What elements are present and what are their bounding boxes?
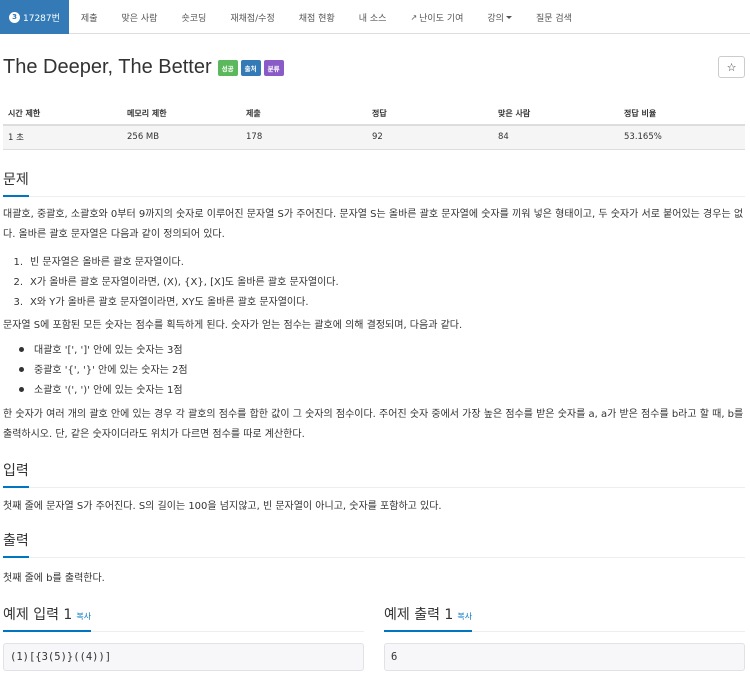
problem-title: The Deeper, The Better [3, 56, 212, 78]
th-ratio: 정답 비율 [619, 103, 745, 126]
sample-output-box[interactable]: 6 [384, 643, 745, 671]
problem-info-table: 시간 제한 메모리 제한 제출 정답 맞은 사람 정답 비율 1 초 256 M… [3, 103, 745, 150]
td-solved-users: 84 [493, 125, 619, 150]
list-item: 중괄호 '{', '}' 안에 있는 숫자는 2점 [3, 361, 188, 381]
sample-input-header: 예제 입력 1 복사 [3, 604, 364, 632]
bullet-icon [19, 347, 24, 352]
th-submissions: 제출 [241, 103, 367, 126]
nav-tab-my-source[interactable]: 내 소스 [347, 0, 399, 34]
table-row: 1 초 256 MB 178 92 84 53.165% [3, 125, 745, 150]
external-link-icon: ↗ [410, 12, 418, 22]
section-input-title: 입력 [3, 460, 29, 488]
title-row: The Deeper, The Better 성공 출처 분류 [3, 56, 284, 79]
nav-tab-status[interactable]: 채점 현황 [287, 0, 347, 34]
problem-paragraph-2: 문자열 S에 포함된 모든 숫자는 점수를 획득하게 된다. 숫자가 얻는 점수… [3, 320, 463, 331]
sample-input-title: 예제 입력 1 [3, 607, 73, 623]
problem-bullet-list: 대괄호 '[', ']' 안에 있는 숫자는 3점 중괄호 '{', '}' 안… [3, 341, 188, 401]
nav-tab-submit[interactable]: 제출 [69, 0, 110, 34]
nav-tab-lecture-label: 강의 [487, 13, 504, 24]
problem-number: 17287번 [23, 13, 60, 24]
label-success[interactable]: 성공 [217, 59, 238, 76]
nav-tab-short-coding[interactable]: 숏코딩 [169, 0, 218, 34]
problem-paragraph-1: 대괄호, 중괄호, 소괄호와 0부터 9까지의 숫자로 이루어진 문자열 S가 … [3, 209, 744, 240]
caret-down-icon [505, 15, 512, 19]
list-item: 소괄호 '(', ')' 안에 있는 숫자는 1점 [3, 381, 188, 401]
label-source[interactable]: 출처 [240, 59, 261, 76]
th-accepted: 정답 [367, 103, 493, 126]
sample-output-title: 예제 출력 1 [384, 607, 454, 623]
label-category[interactable]: 분류 [263, 59, 284, 76]
problem-ordered-list: 1. 빈 문자열은 올바른 괄호 문자열이다. 2. X가 올바른 괄호 문자열이라… [3, 253, 339, 313]
section-output-title: 출력 [3, 530, 29, 558]
nav-tab-problem[interactable]: 3 17287번 [0, 0, 69, 34]
copy-input-button[interactable]: 복사 [76, 612, 91, 621]
tier-badge-icon: 3 [9, 11, 20, 23]
th-solved-users: 맞은 사람 [493, 103, 619, 126]
list-item: 3. X와 Y가 올바른 괄호 문자열이라면, XY도 올바른 괄호 문자열이다. [13, 297, 309, 308]
output-description: 첫째 줄에 b를 출력한다. [3, 573, 105, 584]
nav-tab-difficulty-label: 난이도 기여 [419, 13, 464, 24]
td-submissions: 178 [241, 125, 367, 150]
section-problem-title: 문제 [3, 169, 29, 197]
bullet-icon [19, 367, 24, 372]
star-button[interactable]: ☆ [718, 56, 745, 78]
problem-paragraph-3: 한 숫자가 여러 개의 괄호 안에 있는 경우 각 괄호의 점수를 합한 값이 … [3, 409, 744, 440]
th-memory-limit: 메모리 제한 [122, 103, 241, 126]
td-accepted: 92 [367, 125, 493, 150]
copy-output-button[interactable]: 복사 [457, 612, 472, 621]
table-header-row: 시간 제한 메모리 제한 제출 정답 맞은 사람 정답 비율 [3, 103, 745, 126]
th-time-limit: 시간 제한 [3, 103, 122, 126]
section-problem-header: 문제 [3, 169, 745, 197]
sample-input-box[interactable]: (1)[{3(5)}((4))] [3, 643, 364, 671]
td-memory-limit: 256 MB [122, 125, 241, 150]
bullet-icon [19, 387, 24, 392]
list-item: 대괄호 '[', ']' 안에 있는 숫자는 3점 [3, 341, 188, 361]
problem-nav: 3 17287번 제출 맞은 사람 숏코딩 재채점/수정 채점 현황 내 소스 … [0, 0, 750, 34]
nav-tab-questions[interactable]: 질문 검색 [524, 0, 584, 34]
sample-output-header: 예제 출력 1 복사 [384, 604, 745, 632]
nav-tab-lecture[interactable]: 강의 [475, 0, 524, 34]
nav-tab-difficulty[interactable]: ↗ 난이도 기여 [398, 0, 475, 34]
section-input-header: 입력 [3, 460, 745, 488]
nav-tab-rejudge[interactable]: 재채점/수정 [218, 0, 286, 34]
list-item: 1. 빈 문자열은 올바른 괄호 문자열이다. [13, 257, 184, 268]
input-description: 첫째 줄에 문자열 S가 주어진다. S의 길이는 100을 넘지않고, 빈 문… [3, 501, 442, 512]
nav-tab-solved-users[interactable]: 맞은 사람 [109, 0, 169, 34]
td-ratio: 53.165% [619, 125, 745, 150]
section-output-header: 출력 [3, 530, 745, 558]
list-item: 2. X가 올바른 괄호 문자열이라면, (X), {X}, [X]도 올바른 괄… [13, 277, 339, 288]
td-time-limit: 1 초 [3, 125, 122, 150]
